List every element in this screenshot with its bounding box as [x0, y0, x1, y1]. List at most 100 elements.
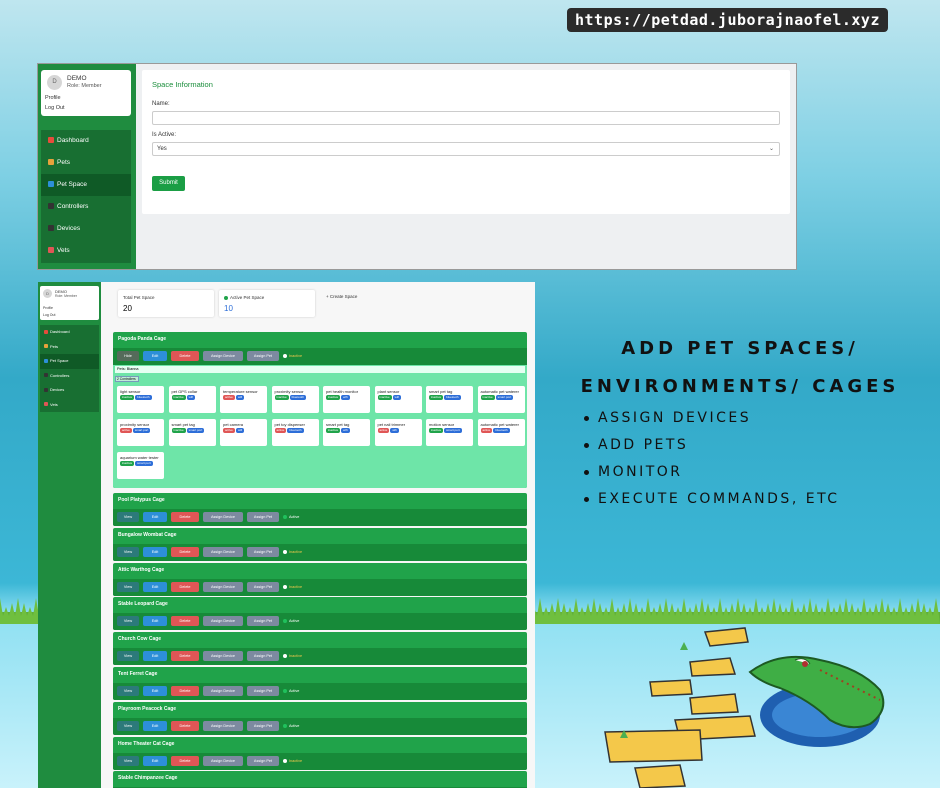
edit-button[interactable]: Edit [143, 351, 167, 361]
sidebar-item-pets[interactable]: Pets [41, 152, 131, 174]
device-tag: smart port [495, 395, 514, 400]
assign-pet-button[interactable]: Assign Pet [247, 546, 279, 557]
controllers-icon [44, 373, 48, 378]
delete-button[interactable]: Delete [171, 581, 199, 592]
delete-button[interactable]: Delete [171, 686, 199, 696]
logout-link[interactable]: Log Out [43, 313, 55, 317]
bullet-item: ADD PETS [584, 437, 688, 453]
view-button[interactable]: View [117, 546, 139, 557]
assign-device-button[interactable]: Assign Device [203, 512, 243, 522]
edit-button[interactable]: Edit [143, 581, 167, 592]
profile-link[interactable]: Profile [45, 95, 61, 101]
device-tag: active [223, 428, 235, 433]
controllers-badge[interactable]: 2 Controllers [115, 376, 139, 382]
view-button[interactable]: View [117, 616, 139, 627]
delete-button[interactable]: Delete [171, 651, 199, 662]
avatar: D [43, 289, 52, 298]
crocodile-illustration [604, 627, 885, 788]
sidebar-item-dashboard[interactable]: Dashboard [41, 130, 131, 152]
sidebar-item-pet-space[interactable]: Pet Space [41, 174, 131, 196]
view-button[interactable]: View [117, 755, 139, 766]
view-button[interactable]: View [117, 651, 139, 662]
device-card[interactable]: pet camera active wifi [220, 419, 267, 446]
hide-button[interactable]: Hide [117, 351, 139, 361]
sidebar-item-pet-space[interactable]: Pet Space [40, 354, 99, 369]
device-card[interactable]: proximity sensor inactive bluetooth [271, 386, 319, 413]
assign-pet-button[interactable]: Assign Pet [247, 351, 279, 361]
assign-device-button[interactable]: Assign Device [203, 351, 243, 361]
sidebar-item-pets[interactable]: Pets [40, 340, 99, 355]
site-url[interactable]: https://petdad.juborajnaofel.xyz [567, 8, 888, 32]
edit-button[interactable]: Edit [143, 616, 167, 627]
delete-button[interactable]: Delete [171, 616, 199, 627]
device-card[interactable]: smart pet tag inactive smart port [168, 419, 216, 446]
device-tag: bluetooth [289, 395, 307, 400]
device-card[interactable]: temperature sensor active wifi [220, 386, 267, 413]
assign-device-button[interactable]: Assign Device [203, 546, 243, 557]
assign-device-button[interactable]: Assign Device [203, 686, 243, 696]
delete-button[interactable]: Delete [171, 720, 199, 731]
device-card[interactable]: aquarium water tester inactive smart port [117, 452, 164, 479]
sidebar-item-devices[interactable]: Devices [41, 218, 131, 240]
assign-device-button[interactable]: Assign Device [203, 651, 243, 662]
device-card[interactable]: proximity sensor active smart port [117, 419, 164, 446]
sidebar-item-vets[interactable]: Vets [40, 398, 99, 413]
profile-link[interactable]: Profile [43, 306, 53, 310]
sidebar-item-dashboard[interactable]: Dashboard [40, 325, 99, 340]
create-space-button[interactable]: + Create Space [326, 294, 357, 299]
delete-button[interactable]: Delete [171, 512, 199, 522]
device-card[interactable]: pet health monitor inactive wifi [323, 386, 370, 413]
total-pet-space-card: Total Pet Space 20 [118, 290, 214, 317]
sidebar-item-devices[interactable]: Devices [40, 383, 99, 398]
sidebar-item-label: Devices [50, 387, 65, 392]
device-card[interactable]: motion sensor inactive smart port [426, 419, 473, 446]
sidebar-item-vets[interactable]: Vets [41, 240, 131, 262]
sidebar-item-controllers[interactable]: Controllers [41, 196, 131, 218]
is-active-select[interactable]: Yes ⌄ [152, 142, 780, 156]
device-card[interactable]: plant sensor inactive wifi [374, 386, 422, 413]
edit-button[interactable]: Edit [143, 720, 167, 731]
device-card[interactable]: automatic pet waterer inactive smart port [477, 386, 525, 413]
assign-device-button[interactable]: Assign Device [203, 616, 243, 627]
device-card[interactable]: light sensor inactive bluetooth [117, 386, 164, 413]
delete-button[interactable]: Delete [171, 755, 199, 766]
view-button[interactable]: View [117, 720, 139, 731]
assign-pet-button[interactable]: Assign Pet [247, 755, 279, 766]
edit-button[interactable]: Edit [143, 755, 167, 766]
assign-pet-button[interactable]: Assign Pet [247, 720, 279, 731]
edit-button[interactable]: Edit [143, 686, 167, 696]
assign-pet-button[interactable]: Assign Pet [247, 686, 279, 696]
edit-button[interactable]: Edit [143, 546, 167, 557]
edit-button[interactable]: Edit [143, 512, 167, 522]
assign-pet-button[interactable]: Assign Pet [247, 581, 279, 592]
view-button[interactable]: View [117, 686, 139, 696]
device-card[interactable]: automatic pet waterer active bluetooth [477, 419, 525, 446]
view-button[interactable]: View [117, 512, 139, 522]
device-card[interactable]: pet toy dispenser active bluetooth [271, 419, 319, 446]
status-dot-icon [283, 654, 287, 659]
delete-button[interactable]: Delete [171, 546, 199, 557]
device-tag: smart port [186, 428, 205, 433]
device-tag: wifi [341, 395, 350, 400]
view-button[interactable]: View [117, 581, 139, 592]
submit-button[interactable]: Submit [152, 176, 185, 191]
device-card[interactable]: smart pet tag inactive wifi [323, 419, 370, 446]
assign-pet-button[interactable]: Assign Pet [247, 651, 279, 662]
device-tag: inactive [429, 428, 444, 433]
device-card[interactable]: pet GPS collar inactive wifi [168, 386, 216, 413]
assign-device-button[interactable]: Assign Device [203, 755, 243, 766]
delete-button[interactable]: Delete [171, 351, 199, 361]
assign-pet-button[interactable]: Assign Pet [247, 512, 279, 522]
assign-device-button[interactable]: Assign Device [203, 720, 243, 731]
device-card[interactable]: pet nail trimmer active wifi [374, 419, 422, 446]
assign-pet-button[interactable]: Assign Pet [247, 616, 279, 627]
sidebar-nav: Dashboard Pets Pet Space Controllers Devices… [40, 325, 99, 412]
edit-button[interactable]: Edit [143, 651, 167, 662]
sidebar-item-controllers[interactable]: Controllers [40, 369, 99, 384]
device-card[interactable]: smart pet tag inactive bluetooth [426, 386, 473, 413]
name-input[interactable] [152, 111, 780, 125]
logout-link[interactable]: Log Out [45, 105, 65, 111]
assign-device-button[interactable]: Assign Device [203, 581, 243, 592]
active-label: Active Pet Space [224, 295, 264, 300]
cage-title: Stable Chimpanzee Cage [118, 775, 178, 782]
